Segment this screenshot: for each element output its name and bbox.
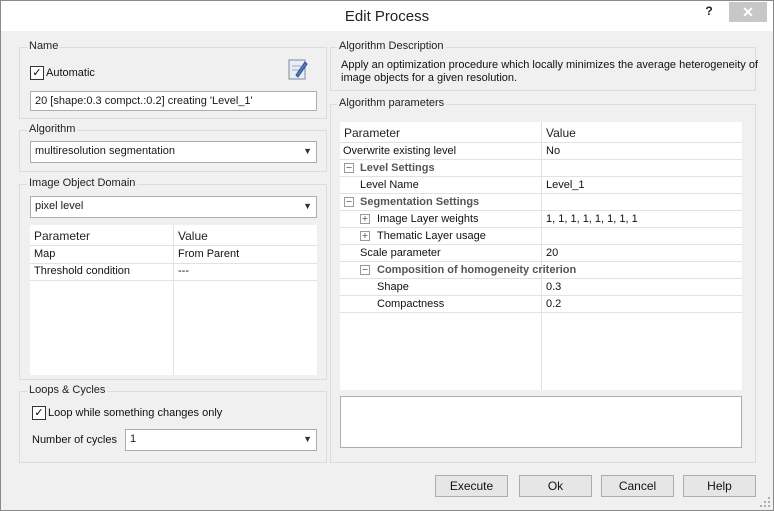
domain-row-map-param[interactable]: Map — [34, 248, 55, 260]
cycles-label: Number of cycles — [32, 434, 117, 446]
automatic-checkbox[interactable]: ✓ — [30, 66, 44, 80]
execute-button[interactable]: Execute — [435, 475, 508, 497]
expand-icon[interactable]: + — [360, 214, 370, 224]
param-scale-value[interactable]: 20 — [546, 247, 558, 259]
window-title: Edit Process — [344, 8, 430, 25]
param-compactness-value[interactable]: 0.2 — [546, 298, 561, 310]
automatic-label: Automatic — [46, 67, 95, 79]
domain-select-value: pixel level — [35, 200, 84, 212]
loop-checkbox[interactable]: ✓ — [32, 406, 46, 420]
domain-row-threshold-param[interactable]: Threshold condition — [34, 265, 130, 277]
help-button[interactable]: Help — [683, 475, 756, 497]
param-level-name-label[interactable]: Level Name — [360, 179, 419, 191]
description-line-2: image objects for a given resolution. — [341, 72, 518, 84]
help-title-button[interactable]: ? — [701, 4, 717, 22]
loop-label: Loop while something changes only — [48, 407, 223, 419]
param-shape-label[interactable]: Shape — [377, 281, 409, 293]
param-thematic-usage-label[interactable]: Thematic Layer usage — [377, 230, 486, 242]
edit-process-dialog: Edit Process ? ✕ Name ✓ Automatic 20 [sh… — [0, 0, 774, 511]
algorithm-select[interactable]: multiresolution segmentation ▼ — [30, 141, 317, 163]
collapse-icon[interactable]: − — [344, 163, 354, 173]
loops-group — [19, 391, 327, 463]
domain-select[interactable]: pixel level ▼ — [30, 196, 317, 218]
domain-row-map-value[interactable]: From Parent — [178, 248, 239, 260]
collapse-icon[interactable]: − — [344, 197, 354, 207]
close-button[interactable]: ✕ — [729, 2, 767, 22]
domain-row-threshold-value[interactable]: --- — [178, 265, 189, 277]
description-group-label: Algorithm Description — [337, 40, 446, 52]
param-header-parameter: Parameter — [344, 126, 401, 140]
param-shape-value[interactable]: 0.3 — [546, 281, 561, 293]
domain-parameter-table: Parameter Value Map From Parent Threshol… — [30, 225, 317, 375]
chevron-down-icon: ▼ — [303, 146, 312, 156]
collapse-icon[interactable]: − — [360, 265, 370, 275]
section-composition: Composition of homogeneity criterion — [377, 264, 577, 276]
resize-grip-icon[interactable] — [757, 494, 771, 508]
algorithm-select-value: multiresolution segmentation — [35, 145, 176, 157]
parameters-group-label: Algorithm parameters — [337, 97, 447, 109]
param-layer-weights-label[interactable]: Image Layer weights — [377, 213, 479, 225]
section-segmentation-settings: Segmentation Settings — [360, 196, 480, 208]
domain-header-parameter: Parameter — [34, 229, 91, 243]
param-scale-label[interactable]: Scale parameter — [360, 247, 441, 259]
param-layer-weights-value[interactable]: 1, 1, 1, 1, 1, 1, 1, 1 — [546, 213, 638, 225]
title-bar: Edit Process ? ✕ — [1, 1, 773, 31]
expand-icon[interactable]: + — [360, 231, 370, 241]
process-name-field[interactable]: 20 [shape:0.3 compct.:0.2] creating 'Lev… — [30, 91, 317, 111]
param-compactness-label[interactable]: Compactness — [377, 298, 444, 310]
domain-header-value: Value — [178, 229, 208, 243]
ok-button[interactable]: Ok — [519, 475, 592, 497]
section-level-settings: Level Settings — [360, 162, 435, 174]
param-overwrite-value[interactable]: No — [546, 145, 560, 157]
param-overwrite-label[interactable]: Overwrite existing level — [343, 145, 456, 157]
description-line-1: Apply an optimization procedure which lo… — [341, 59, 759, 71]
chevron-down-icon: ▼ — [303, 434, 312, 444]
chevron-down-icon: ▼ — [303, 201, 312, 211]
parameter-help-box — [340, 396, 742, 448]
name-group-label: Name — [27, 40, 61, 52]
param-header-value: Value — [546, 126, 576, 140]
loops-group-label: Loops & Cycles — [27, 384, 108, 396]
domain-group-label: Image Object Domain — [27, 177, 138, 189]
cycles-select-value: 1 — [130, 433, 137, 445]
algorithm-group-label: Algorithm — [27, 123, 78, 135]
cancel-button[interactable]: Cancel — [601, 475, 674, 497]
algorithm-parameter-table: Parameter Value Overwrite existing level… — [340, 122, 742, 390]
cycles-select[interactable]: 1 ▼ — [125, 429, 317, 451]
param-level-name-value[interactable]: Level_1 — [546, 179, 585, 191]
edit-name-icon[interactable] — [288, 58, 308, 80]
